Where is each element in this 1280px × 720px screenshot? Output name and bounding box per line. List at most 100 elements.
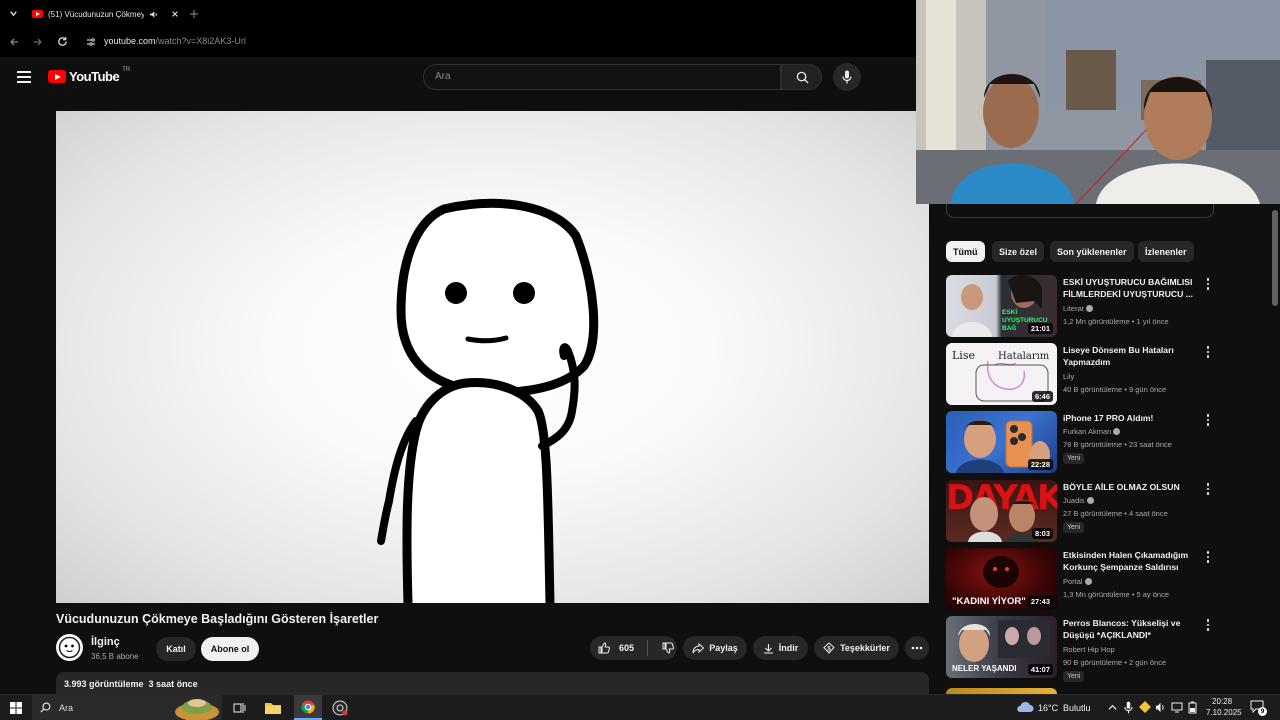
search-button[interactable] <box>781 64 822 90</box>
scrollbar-thumb[interactable] <box>1272 210 1278 306</box>
more-options-icon[interactable] <box>1205 551 1211 565</box>
channel-avatar[interactable] <box>56 634 83 661</box>
thumbnail-caption: "KADINI YİYOR" <box>952 596 1026 607</box>
download-button[interactable]: İndir <box>753 636 808 660</box>
search-input[interactable] <box>435 71 735 82</box>
network-icon[interactable] <box>1171 702 1183 713</box>
recommendation-thumbnail[interactable]: DAYAK 8:03 <box>946 480 1057 542</box>
more-options-icon[interactable] <box>1205 619 1211 633</box>
recommendation-title: Perros Blancos: Yükselişi ve Düşüşü *AÇI… <box>1063 618 1181 640</box>
thumbnail-caption-1: Lise <box>952 349 975 362</box>
voice-search-button[interactable] <box>833 63 861 91</box>
thumbnail-caption: NELER YAŞANDI <box>952 664 1017 673</box>
recommendation-channel: Portal <box>1063 577 1092 586</box>
cloud-weather-icon[interactable] <box>1016 701 1034 713</box>
channel-label: Portal <box>1063 577 1083 586</box>
subscribe-button[interactable]: Abone ol <box>201 637 259 661</box>
url-path: /watch?v=X8i2AK3-Url <box>155 36 246 46</box>
recommendation-thumbnail[interactable]: "KADINI YİYOR" 27:43 <box>946 548 1057 610</box>
verified-icon <box>1086 497 1094 504</box>
volume-icon[interactable] <box>1155 702 1166 713</box>
recommendation-channel: Juadis <box>1063 496 1094 505</box>
channel-label: Furkan Akman <box>1063 427 1112 436</box>
microphone-icon <box>842 70 852 84</box>
site-settings-icon[interactable] <box>86 37 96 47</box>
menu-icon[interactable] <box>17 71 31 86</box>
new-badge: Yeni <box>1063 522 1085 533</box>
thumbnail-caption-2: Hatalarım <box>998 351 1050 362</box>
chrome-taskbar-button[interactable] <box>294 695 322 720</box>
windows-start-icon[interactable] <box>10 702 22 714</box>
tab-title: (51) Vücudunuzun Çökmey <box>48 9 144 19</box>
chip-recent-uploads[interactable]: Son yüklenenler <box>1050 241 1134 262</box>
avatar-face-icon <box>58 636 81 659</box>
like-icon[interactable] <box>598 642 610 654</box>
download-label: İndir <box>778 643 799 653</box>
battery-icon[interactable] <box>1188 701 1197 714</box>
share-button[interactable]: Paylaş <box>683 636 747 660</box>
more-options-icon[interactable] <box>1205 414 1211 428</box>
recommendation-item[interactable]: NELER YAŞANDI 41:07 Perros Blancos: Yüks… <box>946 616 1214 682</box>
clock-date: 7.10.2025 <box>1206 708 1242 717</box>
url-field[interactable]: youtube.com/watch?v=X8i2AK3-Url <box>104 36 246 46</box>
dislike-icon[interactable] <box>662 642 675 654</box>
search-icon <box>796 71 809 84</box>
more-actions-button[interactable] <box>905 636 929 660</box>
new-tab-icon[interactable] <box>189 9 199 19</box>
recommendation-item[interactable]: 22:28 iPhone 17 PRO Aldım! Furkan Akman … <box>946 411 1214 475</box>
more-options-icon[interactable] <box>1205 483 1211 497</box>
join-button[interactable]: Katıl <box>156 637 196 661</box>
app-tray-icon[interactable] <box>1139 701 1151 713</box>
video-duration: 8:03 <box>1031 528 1053 539</box>
recommendation-channel: Literat <box>1063 304 1093 313</box>
more-options-icon[interactable] <box>1205 278 1211 292</box>
youtube-logo[interactable]: YouTube TR <box>48 67 130 84</box>
chevron-up-icon[interactable] <box>1108 703 1117 712</box>
video-duration: 21:01 <box>1027 323 1053 334</box>
recommendation-thumbnail[interactable]: NELER YAŞANDI 41:07 <box>946 616 1057 678</box>
video-duration: 6:46 <box>1031 391 1053 402</box>
file-explorer-icon[interactable] <box>265 701 281 714</box>
speaker-icon[interactable] <box>149 10 158 19</box>
forward-icon[interactable] <box>33 37 43 47</box>
browser-tab-youtube[interactable]: (51) Vücudunuzun Çökmey <box>26 3 182 25</box>
task-view-icon[interactable] <box>233 702 246 714</box>
notification-count: 9 <box>1258 707 1267 716</box>
microphone-tray-icon[interactable] <box>1124 701 1133 714</box>
thanks-button[interactable]: $ Teşekkürler <box>814 636 899 660</box>
more-options-icon[interactable] <box>1205 346 1211 360</box>
description-box[interactable]: 3.993 görüntüleme 3 saat önce <box>56 672 929 694</box>
share-label: Paylaş <box>709 643 738 653</box>
recommendation-item[interactable]: ESKİ UYUŞTURUCU BAĞ 21:01 ESKİ UYUŞTURUC… <box>946 275 1214 339</box>
recommendation-thumbnail[interactable]: ESKİ UYUŞTURUCU BAĞ 21:01 <box>946 275 1057 337</box>
recommendation-title: Etkisinden Halen Çıkamadığım Korkunç Şem… <box>1063 550 1189 572</box>
channel-name[interactable]: İlginç <box>91 636 120 648</box>
video-player[interactable] <box>56 111 929 603</box>
video-duration: 41:07 <box>1027 664 1053 675</box>
recommendation-thumbnail[interactable]: 22:28 <box>946 411 1057 473</box>
close-tab-icon[interactable] <box>171 10 179 18</box>
recommendation-item[interactable]: "KADINI YİYOR" 27:43 Etkisinden Halen Çı… <box>946 548 1214 612</box>
taskbar-search-box[interactable]: Ara <box>32 695 222 720</box>
recorder-app-icon[interactable] <box>332 700 348 716</box>
webcam-video-art <box>916 0 1280 204</box>
recommendation-item[interactable]: DAYAK 8:03 BÖYLE AİLE OLMAZ OLSUN Juadis… <box>946 480 1214 544</box>
verified-icon <box>1085 305 1093 312</box>
chip-watched[interactable]: İzlenenler <box>1138 241 1194 262</box>
search-box[interactable] <box>423 64 781 90</box>
new-badge: Yeni <box>1063 453 1085 464</box>
webcam-overlay <box>916 0 1280 204</box>
join-label: Katıl <box>166 644 186 654</box>
thanks-label: Teşekkürler <box>840 643 890 653</box>
chip-for-you[interactable]: Size özel <box>992 241 1045 262</box>
chip-all[interactable]: Tümü <box>946 241 985 262</box>
notification-center-button[interactable]: 9 <box>1250 700 1267 716</box>
subscribe-label: Abone ol <box>210 644 250 654</box>
recommendation-channel: Furkan Akman <box>1063 427 1121 436</box>
new-badge: Yeni <box>1063 671 1085 682</box>
back-icon[interactable] <box>9 37 19 47</box>
chevron-down-icon[interactable] <box>9 9 18 18</box>
reload-icon[interactable] <box>57 36 68 47</box>
recommendation-thumbnail[interactable]: Lise Hatalarım 6:46 <box>946 343 1057 405</box>
recommendation-item[interactable]: Lise Hatalarım 6:46 Liseye Dönsem Bu Hat… <box>946 343 1214 407</box>
